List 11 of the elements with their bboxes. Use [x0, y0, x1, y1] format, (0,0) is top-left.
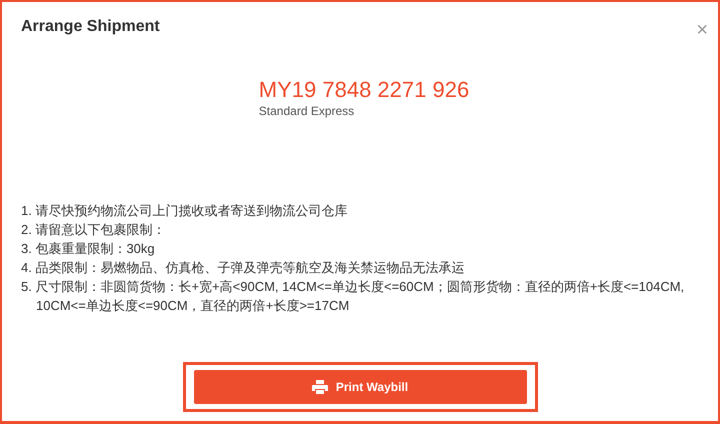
instruction-text: 5. 尺寸限制：非圆筒货物：长+宽+高<90CM, 14CM<=单边长度<=60CM；圆筒形货物：直径的两倍+长度<=104CM, 10CM<=单边长度<=90CM，直径的两倍+长度>=17CM	[21, 278, 686, 315]
tracking-number: MY19 7848 2271 926	[258, 77, 470, 103]
instruction-text: 2. 请留意以下包裹限制：	[21, 221, 166, 239]
instruction-text: 4. 品类限制：易燃物品、仿真枪、子弹及弹壳等航空及海关禁运物品无法承运	[21, 259, 466, 277]
print-waybill-button[interactable]: Print Waybill	[194, 370, 526, 404]
dialog-title: Arrange Shipment	[21, 18, 160, 36]
instruction-text: 1. 请尽快预约物流公司上门揽收或者寄送到物流公司仓库	[21, 202, 348, 220]
shipping-service: Standard Express	[258, 104, 356, 118]
printer-icon	[312, 380, 328, 394]
instruction-text: 3. 包裹重量限制：30kg	[21, 240, 156, 258]
close-button[interactable]: ×	[692, 20, 712, 40]
